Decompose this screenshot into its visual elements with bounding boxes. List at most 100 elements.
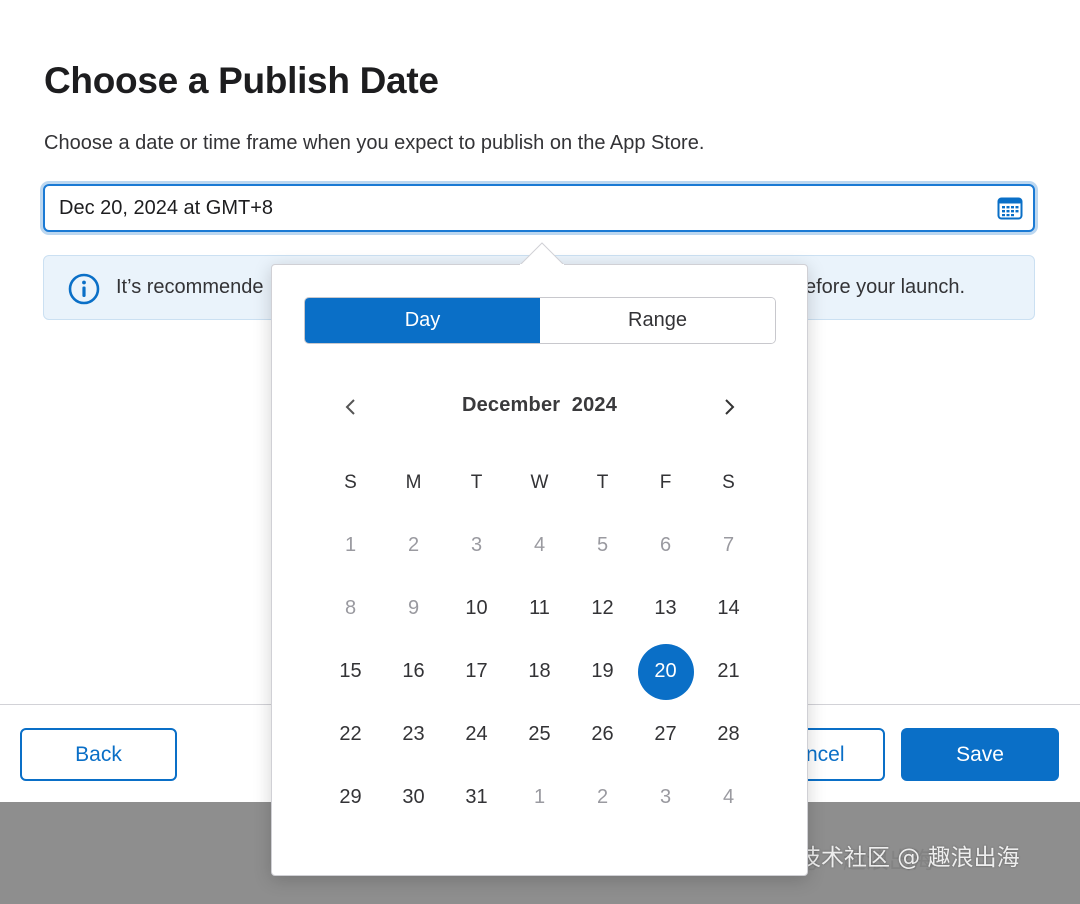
calendar-day-number: 28 bbox=[717, 723, 740, 745]
calendar-day-number: 17 bbox=[465, 660, 488, 682]
calendar-day-number: 20 bbox=[637, 643, 694, 700]
calendar-day-number: 13 bbox=[654, 597, 677, 619]
calendar-day-outside: 4 bbox=[508, 514, 571, 577]
calendar-day-number: 27 bbox=[654, 723, 677, 745]
popover-arrow bbox=[520, 242, 564, 266]
calendar-day-selected[interactable]: 20 bbox=[634, 640, 697, 703]
weekday-header: S M T W T F S bbox=[319, 451, 760, 514]
calendar-day-outside: 2 bbox=[382, 514, 445, 577]
calendar-day[interactable]: 26 bbox=[571, 703, 634, 766]
calendar-day[interactable]: 28 bbox=[697, 703, 760, 766]
calendar-day-outside[interactable]: 4 bbox=[697, 766, 760, 829]
calendar-day-number: 11 bbox=[529, 597, 550, 619]
back-button[interactable]: Back bbox=[20, 728, 177, 781]
calendar-day-number: 23 bbox=[402, 723, 425, 745]
weekday-label: T bbox=[596, 471, 609, 493]
banner-text-start: It’s recommende bbox=[116, 276, 264, 298]
calendar-day[interactable]: 23 bbox=[382, 703, 445, 766]
calendar-day-outside: 3 bbox=[445, 514, 508, 577]
calendar-day-number: 5 bbox=[596, 534, 609, 556]
weekday-label: T bbox=[470, 471, 483, 493]
calendar-day-number: 3 bbox=[659, 786, 672, 808]
page-title: Choose a Publish Date bbox=[44, 60, 439, 101]
calendar-day-number: 12 bbox=[591, 597, 614, 619]
calendar-day-outside[interactable]: 8 bbox=[319, 577, 382, 640]
calendar-day[interactable]: 30 bbox=[382, 766, 445, 829]
calendar-day[interactable]: 19 bbox=[571, 640, 634, 703]
calendar-day-number: 21 bbox=[717, 660, 740, 682]
calendar-day[interactable]: 29 bbox=[319, 766, 382, 829]
weekday-label: M bbox=[405, 471, 422, 493]
calendar-day[interactable]: 31 bbox=[445, 766, 508, 829]
calendar-day-number: 2 bbox=[596, 786, 609, 808]
calendar-day-outside[interactable]: 9 bbox=[382, 577, 445, 640]
calendar-day-number: 8 bbox=[344, 597, 357, 619]
calendar-day-number: 3 bbox=[470, 534, 483, 556]
calendar-week-row: 29 30 31 1 2 3 4 bbox=[319, 766, 760, 829]
calendar-day[interactable]: 15 bbox=[319, 640, 382, 703]
calendar-icon[interactable] bbox=[996, 195, 1024, 221]
calendar-day-number: 6 bbox=[659, 534, 672, 556]
calendar-day-number: 14 bbox=[717, 597, 740, 619]
calendar-day[interactable]: 10 bbox=[445, 577, 508, 640]
calendar-day-number: 29 bbox=[339, 786, 362, 808]
mode-range-button[interactable]: Range bbox=[540, 298, 775, 343]
calendar-day-number: 24 bbox=[465, 723, 488, 745]
calendar-day-outside: 5 bbox=[571, 514, 634, 577]
calendar-day[interactable]: 16 bbox=[382, 640, 445, 703]
calendar-day[interactable]: 14 bbox=[697, 577, 760, 640]
calendar-day-number: 30 bbox=[402, 786, 425, 808]
weekday-label: S bbox=[344, 471, 357, 493]
calendar-weeks: 1 2 3 4 5 6 7 8 9 10 11 12 13 14 15 16 17 18 19 20 21 22 23 24 2… bbox=[319, 514, 760, 829]
calendar-day-outside[interactable]: 2 bbox=[571, 766, 634, 829]
mode-day-button[interactable]: Day bbox=[305, 298, 540, 343]
publish-date-input[interactable] bbox=[43, 184, 1035, 232]
calendar-day-number: 22 bbox=[339, 723, 362, 745]
calendar-day-outside: 7 bbox=[697, 514, 760, 577]
calendar-day-outside[interactable]: 1 bbox=[508, 766, 571, 829]
calendar-day[interactable]: 22 bbox=[319, 703, 382, 766]
calendar-day-outside: 6 bbox=[634, 514, 697, 577]
calendar-day-number: 26 bbox=[591, 723, 614, 745]
calendar-day-number: 10 bbox=[465, 597, 488, 619]
calendar-day-number: 15 bbox=[339, 660, 362, 682]
calendar-grid: S M T W T F S 1 2 3 4 5 6 7 8 9 10 11 12 13 14 15 16 17 1… bbox=[319, 451, 760, 829]
calendar-week-row: 8 9 10 11 12 13 14 bbox=[319, 577, 760, 640]
page-subtitle: Choose a date or time frame when you exp… bbox=[44, 132, 705, 154]
banner-text-end: efore your launch. bbox=[805, 276, 966, 298]
calendar-day[interactable]: 25 bbox=[508, 703, 571, 766]
calendar-week-row: 22 23 24 25 26 27 28 bbox=[319, 703, 760, 766]
save-button[interactable]: Save bbox=[901, 728, 1059, 781]
calendar-day-number: 1 bbox=[533, 786, 546, 808]
calendar-week-row: 15 16 17 18 19 20 21 bbox=[319, 640, 760, 703]
calendar-week-row: 1 2 3 4 5 6 7 bbox=[319, 514, 760, 577]
calendar-day-number: 4 bbox=[722, 786, 735, 808]
calendar-day[interactable]: 13 bbox=[634, 577, 697, 640]
calendar-day-number: 1 bbox=[344, 534, 357, 556]
calendar-day-number: 25 bbox=[528, 723, 551, 745]
calendar-day[interactable]: 12 bbox=[571, 577, 634, 640]
calendar-day[interactable]: 11 bbox=[508, 577, 571, 640]
calendar-day-number: 31 bbox=[465, 786, 488, 808]
calendar-day[interactable]: 21 bbox=[697, 640, 760, 703]
calendar-day-number: 18 bbox=[528, 660, 551, 682]
info-icon bbox=[68, 273, 100, 305]
chevron-right-icon[interactable] bbox=[714, 392, 744, 422]
mode-segmented-control: Day Range bbox=[304, 297, 776, 344]
weekday-label: W bbox=[530, 471, 549, 493]
calendar-day[interactable]: 24 bbox=[445, 703, 508, 766]
calendar-day-number: 16 bbox=[402, 660, 425, 682]
weekday-label: S bbox=[722, 471, 735, 493]
calendar-day-number: 9 bbox=[407, 597, 420, 619]
calendar-day-outside[interactable]: 3 bbox=[634, 766, 697, 829]
calendar-day[interactable]: 27 bbox=[634, 703, 697, 766]
calendar-day-number: 2 bbox=[407, 534, 420, 556]
date-picker-popover: Day Range December 2024 S M T W T F S 12… bbox=[271, 264, 808, 876]
publish-date-page: Choose a Publish Date Choose a date or t… bbox=[0, 0, 1080, 904]
calendar-day-number: 19 bbox=[591, 660, 614, 682]
calendar-day-number: 4 bbox=[533, 534, 546, 556]
calendar-day[interactable]: 17 bbox=[445, 640, 508, 703]
calendar-day-number: 7 bbox=[722, 534, 735, 556]
calendar-day-outside: 1 bbox=[319, 514, 382, 577]
calendar-day[interactable]: 18 bbox=[508, 640, 571, 703]
